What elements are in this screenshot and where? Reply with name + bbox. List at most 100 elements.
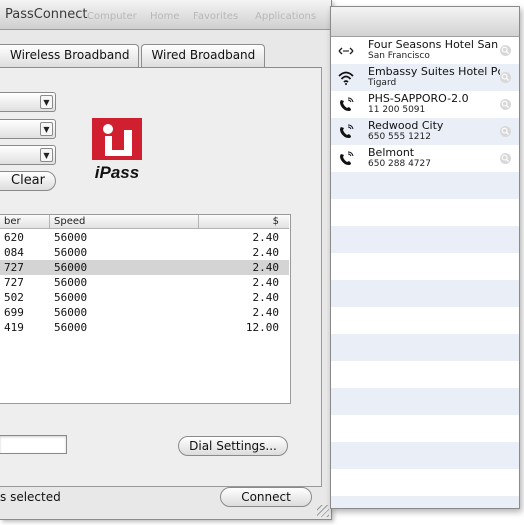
list-stripe: [331, 442, 519, 469]
table-row[interactable]: 699 56000 2.40: [0, 305, 289, 320]
column-header-price[interactable]: $: [273, 216, 279, 227]
location-name: PHS-SAPPORO-2.0: [368, 92, 469, 105]
list-stripe: [331, 496, 519, 508]
ethernet-icon: [338, 43, 354, 59]
cell-price: 12.00: [245, 321, 279, 334]
list-stripe: [331, 388, 519, 415]
phone-icon: [338, 97, 354, 113]
chevron-down-icon: ▼: [40, 148, 53, 162]
cell-number: 620: [4, 231, 24, 244]
location-name: Redwood City: [368, 119, 444, 132]
cell-speed: 56000: [54, 276, 88, 289]
magnifier-icon[interactable]: [500, 99, 511, 110]
cell-number: 502: [4, 291, 24, 304]
location-item[interactable]: PHS-SAPPORO-2.0 11 200 5091: [331, 91, 519, 118]
cell-speed: 56000: [54, 321, 88, 334]
table-row[interactable]: 502 56000 2.40: [0, 290, 289, 305]
connect-button[interactable]: Connect: [220, 487, 312, 507]
clear-button[interactable]: Clear: [0, 171, 56, 191]
location-item[interactable]: Four Seasons Hotel San San Francisco: [331, 37, 519, 64]
cell-price: 2.40: [252, 276, 280, 289]
cell-speed: 56000: [54, 261, 88, 274]
cell-price: 2.40: [252, 306, 280, 319]
column-divider: [198, 215, 199, 229]
location-detail: San Francisco: [368, 51, 430, 61]
cell-price: 2.40: [252, 291, 280, 304]
list-stripe: [331, 199, 519, 226]
list-stripe: [331, 280, 519, 307]
column-divider: [49, 215, 50, 229]
cell-number: 084: [4, 246, 24, 259]
location-detail: 650 555 1212: [368, 132, 431, 142]
table-rows: 620 56000 2.40 084 56000 2.40 727 56000 2.40 727 5…: [0, 230, 289, 335]
connection-tabs: Wireless Broadband Wired Broadband: [0, 44, 267, 68]
column-header-number[interactable]: ber: [4, 216, 21, 227]
menu-ghost-home: Home: [150, 11, 180, 22]
menu-ghost-applications: Applications: [255, 11, 317, 22]
locations-title-bar[interactable]: [331, 7, 519, 37]
magnifier-icon[interactable]: [500, 153, 511, 164]
cell-speed: 56000: [54, 306, 88, 319]
title-bar[interactable]: PassConnect Computer Home Favorites Appl…: [0, 0, 331, 30]
filter-popup-1[interactable]: ▼: [0, 92, 56, 112]
cell-price: 2.40: [252, 261, 280, 274]
menu-ghost-favorites: Favorites: [193, 11, 239, 22]
table-row[interactable]: 727 56000 2.40: [0, 260, 289, 275]
cell-number: 419: [4, 321, 24, 334]
chevron-down-icon: ▼: [40, 122, 53, 136]
locations-window: Four Seasons Hotel San San Francisco Embas…: [330, 6, 520, 509]
tab-panel: ▼ ▼ ▼ Clear iPass ber Speed $ 620 56000: [0, 67, 322, 487]
tab-wireless-broadband[interactable]: Wireless Broadband: [0, 44, 140, 68]
logo-dot: [103, 124, 113, 134]
table-row[interactable]: 084 56000 2.40: [0, 245, 289, 260]
tab-wired-broadband[interactable]: Wired Broadband: [141, 44, 266, 68]
table-row[interactable]: 727 56000 2.40: [0, 275, 289, 290]
location-item[interactable]: Belmont 650 288 4727: [331, 145, 519, 172]
cell-speed: 56000: [54, 231, 88, 244]
filter-popup-2[interactable]: ▼: [0, 119, 56, 139]
resize-grip[interactable]: [317, 505, 329, 517]
magnifier-icon[interactable]: [500, 126, 511, 137]
list-stripe: [331, 172, 519, 199]
numbers-table: ber Speed $ 620 56000 2.40 084 56000 2.40 727 5…: [0, 214, 291, 404]
dial-settings-button[interactable]: Dial Settings...: [178, 436, 288, 456]
magnifier-icon[interactable]: [500, 72, 511, 83]
cell-number: 727: [4, 261, 24, 274]
phone-icon: [338, 151, 354, 167]
location-name: Embassy Suites Hotel Pc: [368, 65, 500, 78]
column-header-speed[interactable]: Speed: [54, 216, 85, 227]
ipass-logo: iPass: [92, 118, 142, 182]
window-title: PassConnect: [5, 7, 88, 22]
phone-number-field[interactable]: [0, 435, 67, 454]
cell-number: 727: [4, 276, 24, 289]
list-stripe: [331, 415, 519, 442]
menu-ghost-computer: Computer: [87, 11, 137, 22]
list-stripe: [331, 334, 519, 361]
magnifier-icon[interactable]: [500, 45, 511, 56]
table-row[interactable]: 419 56000 12.00: [0, 320, 289, 335]
chevron-down-icon: ▼: [40, 95, 53, 109]
location-name: Belmont: [368, 146, 415, 159]
cell-price: 2.40: [252, 231, 280, 244]
cell-price: 2.40: [252, 246, 280, 259]
location-name: Four Seasons Hotel San: [368, 38, 499, 51]
location-detail: 11 200 5091: [368, 105, 426, 115]
filter-popup-3[interactable]: ▼: [0, 145, 56, 165]
cell-number: 699: [4, 306, 24, 319]
list-stripe: [331, 307, 519, 334]
logo-text: iPass: [95, 163, 139, 182]
location-item[interactable]: Embassy Suites Hotel Pc Tigard: [331, 64, 519, 91]
table-row[interactable]: 620 56000 2.40: [0, 230, 289, 245]
location-item[interactable]: Redwood City 650 555 1212: [331, 118, 519, 145]
status-text: s selected: [0, 490, 61, 504]
location-detail: 650 288 4727: [368, 159, 431, 169]
list-stripe: [331, 469, 519, 496]
location-detail: Tigard: [368, 78, 397, 88]
list-stripe: [331, 253, 519, 280]
table-header: ber Speed $: [0, 215, 289, 229]
list-stripe: [331, 226, 519, 253]
cell-speed: 56000: [54, 291, 88, 304]
list-stripe: [331, 361, 519, 388]
wifi-icon: [338, 70, 354, 86]
main-window: PassConnect Computer Home Favorites Appl…: [0, 0, 332, 520]
